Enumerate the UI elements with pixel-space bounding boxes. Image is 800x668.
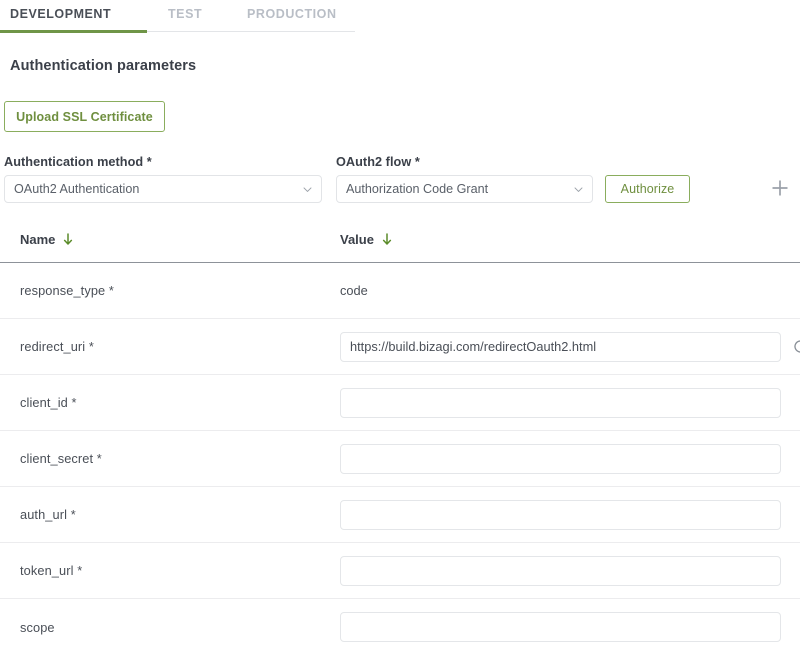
table-row: redirect_uri * [0,319,800,375]
parameter-value-input[interactable] [340,499,781,530]
parameter-name-cell: client_id * [20,395,77,410]
table-row: scope [0,599,800,655]
upload-ssl-certificate-button[interactable]: Upload SSL Certificate [4,101,165,132]
table-row: auth_url * [0,487,800,543]
parameter-value-cell [340,612,800,642]
tabbar-divider [147,31,355,32]
tab-production[interactable]: PRODUCTION [247,0,360,31]
parameter-value-input[interactable] [340,555,781,586]
oauth-flow-select[interactable]: Authorization Code Grant [336,175,593,203]
oauth-flow-selected-value: Authorization Code Grant [346,182,489,196]
parameter-name-cell: client_secret * [20,451,102,466]
parameter-value-cell [340,555,800,586]
table-body: response_type * code redirect_uri * client_… [0,263,800,655]
parameter-value-text: code [340,283,368,298]
parameter-name-cell: scope [20,619,55,635]
active-tab-indicator [0,30,147,33]
auth-method-label: Authentication method * [4,155,152,169]
tab-test[interactable]: TEST [168,0,235,31]
column-header-value[interactable]: Value [340,230,392,247]
parameter-name-cell: auth_url * [20,507,76,522]
table-row: token_url * [0,543,800,599]
page-title: Authentication parameters [10,58,197,74]
auth-method-select[interactable]: OAuth2 Authentication [4,175,322,203]
tab-development[interactable]: DEVELOPMENT [10,0,147,31]
parameters-table: Name Value response_type * code redirect_u… [0,230,800,655]
oauth-flow-label: OAuth2 flow * [336,155,420,169]
table-row: client_id * [0,375,800,431]
auth-method-required-marker: * [146,155,152,169]
auth-method-selected-value: OAuth2 Authentication [14,182,140,196]
reset-icon[interactable] [792,338,800,355]
parameter-value-cell [340,331,800,362]
column-header-value-label: Value [340,232,374,247]
parameter-value-cell [340,387,800,418]
parameter-value-input[interactable] [340,443,781,474]
table-row: client_secret * [0,431,800,487]
chevron-down-icon [302,184,313,195]
parameter-name-cell: redirect_uri * [20,339,94,354]
column-header-name-label: Name [20,232,56,247]
parameter-name-cell: token_url * [20,563,83,578]
row-actions [792,338,800,355]
parameter-value-cell [340,499,800,530]
parameter-value-cell [340,443,800,474]
chevron-down-icon [573,184,584,195]
parameter-name-cell: response_type * [20,283,114,298]
parameter-value-input[interactable] [340,612,781,642]
authorize-button[interactable]: Authorize [605,175,690,203]
table-row: response_type * code [0,263,800,319]
oauth-flow-label-text: OAuth2 flow [336,155,412,169]
parameter-value-input[interactable] [340,331,781,362]
oauth-flow-required-marker: * [414,155,420,169]
parameter-value-input[interactable] [340,387,781,418]
parameter-value-cell: code [340,283,800,298]
plus-icon[interactable] [770,178,790,198]
auth-method-label-text: Authentication method [4,155,144,169]
column-header-name[interactable]: Name [20,230,340,247]
auth-parameters-panel: DEVELOPMENT TEST PRODUCTION Authenticati… [0,0,800,668]
table-header-row: Name Value [0,230,800,263]
sort-descending-icon[interactable] [382,233,392,246]
sort-descending-icon[interactable] [63,233,73,246]
